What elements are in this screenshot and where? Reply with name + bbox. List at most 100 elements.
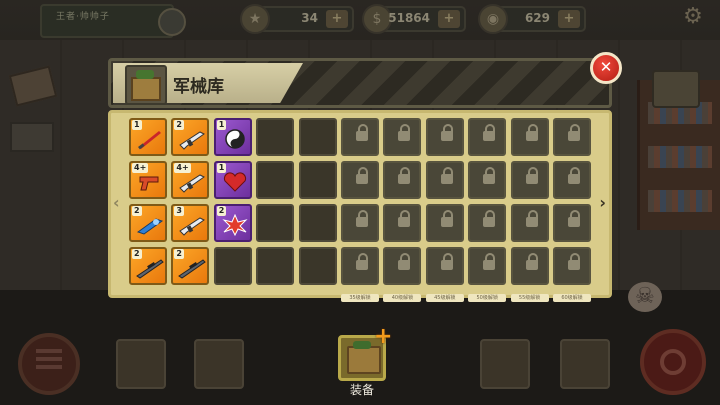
rifle-icon xyxy=(178,214,206,236)
locked-slot[interactable] xyxy=(341,204,379,242)
item-level-badge: 2 xyxy=(132,206,142,216)
mail-icon[interactable] xyxy=(10,122,54,152)
dialog-titlebar: 军械库 xyxy=(108,58,612,108)
lock-icon xyxy=(568,210,580,227)
item-level-badge: 1 xyxy=(132,120,142,130)
locked-slot[interactable] xyxy=(510,247,549,285)
empty-slot[interactable] xyxy=(298,161,337,199)
inventory-slot-heart[interactable]: 1 xyxy=(213,161,252,199)
close-button[interactable]: ✕ xyxy=(590,52,622,84)
inventory-slot-rifle[interactable]: 2 xyxy=(171,118,210,156)
inventory-slot-sniper[interactable]: 2 xyxy=(129,247,167,285)
add-gold-button[interactable]: + xyxy=(558,10,580,28)
empty-slot[interactable] xyxy=(298,118,337,156)
locked-slot[interactable] xyxy=(425,161,464,199)
unlock-level-tag: 35级解锁 xyxy=(341,294,379,302)
item-level-badge: 2 xyxy=(132,249,142,259)
inventory-panel: ‹ › 1 2 1 4+ 4+ 1 2 3 2 2 2 35级解锁 40级解锁 45级解锁 50级解锁 55级… xyxy=(108,110,612,302)
top-hud: 王者·帅帅子 ★ 34 + $ 51864 + ◉ 629 + ⚙ xyxy=(0,0,720,38)
inventory-slot-sniper[interactable]: 2 xyxy=(171,247,210,285)
locked-slot[interactable] xyxy=(425,247,464,285)
lock-icon xyxy=(398,167,411,184)
crosshair-icon xyxy=(660,349,686,375)
nav-item-1[interactable] xyxy=(194,339,244,389)
add-stars-button[interactable]: + xyxy=(326,10,348,28)
locked-slot[interactable] xyxy=(468,247,507,285)
locked-slot[interactable] xyxy=(383,204,422,242)
chevron-right-icon[interactable]: › xyxy=(599,193,606,212)
locked-slot[interactable] xyxy=(468,204,507,242)
locked-slot[interactable] xyxy=(510,161,549,199)
empty-slot[interactable] xyxy=(256,204,295,242)
nav-item-equipment-label: 装备 xyxy=(349,383,374,397)
locked-slot[interactable] xyxy=(383,247,422,285)
clock-icon[interactable] xyxy=(158,8,186,36)
item-level-badge: 2 xyxy=(174,249,184,259)
empty-slot[interactable] xyxy=(298,204,337,242)
inventory-slot-yin-yang[interactable]: 1 xyxy=(213,118,252,156)
lock-icon xyxy=(356,253,368,270)
lock-icon xyxy=(568,167,580,184)
empty-slot[interactable] xyxy=(256,118,295,156)
locked-slot[interactable] xyxy=(341,161,379,199)
nav-item-0[interactable] xyxy=(116,339,166,389)
cash-value: 51864 xyxy=(388,11,430,25)
lock-icon xyxy=(440,124,453,141)
locked-slot[interactable] xyxy=(341,247,379,285)
item-level-badge: 2 xyxy=(174,120,184,130)
inventory-slot-blaster[interactable]: 2 xyxy=(129,204,167,242)
lock-icon xyxy=(483,124,496,141)
inventory-slot-rifle[interactable]: 4+ xyxy=(171,161,210,199)
locked-slot[interactable] xyxy=(510,118,549,156)
empty-slot[interactable] xyxy=(256,247,295,285)
locked-slot[interactable] xyxy=(553,204,591,242)
lock-icon xyxy=(398,253,411,270)
inventory-slot-sword[interactable]: 1 xyxy=(129,118,167,156)
lock-icon xyxy=(483,167,496,184)
skull-icon[interactable] xyxy=(628,282,662,312)
add-cash-button[interactable]: + xyxy=(438,10,460,28)
crate-icon xyxy=(347,341,381,374)
locked-slot[interactable] xyxy=(468,161,507,199)
inventory-slot-rifle[interactable]: 3 xyxy=(171,204,210,242)
supply-box-icon[interactable] xyxy=(652,70,700,108)
empty-slot[interactable] xyxy=(256,161,295,199)
nav-item-4[interactable] xyxy=(560,339,610,389)
coin-icon: ◉ xyxy=(478,4,508,34)
yin-yang-icon xyxy=(221,128,249,150)
unlock-level-tag: 40级解锁 xyxy=(383,294,422,302)
nav-item-equipment[interactable]: + 装备 xyxy=(338,326,392,397)
nav-item-3[interactable] xyxy=(480,339,530,389)
player-card[interactable]: 王者·帅帅子 xyxy=(40,4,186,38)
locked-slot[interactable] xyxy=(468,118,507,156)
locked-slot[interactable] xyxy=(553,161,591,199)
gold-value: 629 xyxy=(524,11,550,25)
inventory-slot-pistol[interactable]: 4+ xyxy=(129,161,167,199)
chevron-left-icon[interactable]: ‹ xyxy=(113,193,120,212)
locked-slot[interactable] xyxy=(383,161,422,199)
locked-slot[interactable] xyxy=(425,118,464,156)
locked-slot[interactable] xyxy=(510,204,549,242)
empty-slot[interactable] xyxy=(298,247,337,285)
armory-dialog: 军械库 ✕ ‹ › 1 2 1 4+ 4+ 1 2 3 2 2 2 35级解锁 40级解锁 45级解锁 50… xyxy=(108,52,622,302)
lock-icon xyxy=(356,210,368,227)
locked-slot[interactable] xyxy=(553,247,591,285)
gear-icon[interactable]: ⚙ xyxy=(680,4,706,30)
locked-slot[interactable] xyxy=(341,118,379,156)
battle-button[interactable] xyxy=(640,329,706,395)
lock-icon xyxy=(568,253,580,270)
rifle-icon xyxy=(178,128,206,150)
menu-button[interactable] xyxy=(18,333,80,395)
item-level-badge: 3 xyxy=(174,206,184,216)
lock-icon xyxy=(525,210,538,227)
empty-slot[interactable] xyxy=(213,247,252,285)
player-name: 王者·帅帅子 xyxy=(56,12,110,22)
sniper-icon xyxy=(178,257,207,279)
blaster-icon xyxy=(136,214,164,236)
inventory-slot-burst[interactable]: 2 xyxy=(213,204,252,242)
locked-slot[interactable] xyxy=(425,204,464,242)
dialog-title: 军械库 xyxy=(173,77,224,97)
locked-slot[interactable] xyxy=(553,118,591,156)
locked-slot[interactable] xyxy=(383,118,422,156)
inventory-grid: 1 2 1 4+ 4+ 1 2 3 2 2 2 35级解锁 40级解锁 45级解锁 50级解锁 55级解锁 60… xyxy=(129,118,595,302)
